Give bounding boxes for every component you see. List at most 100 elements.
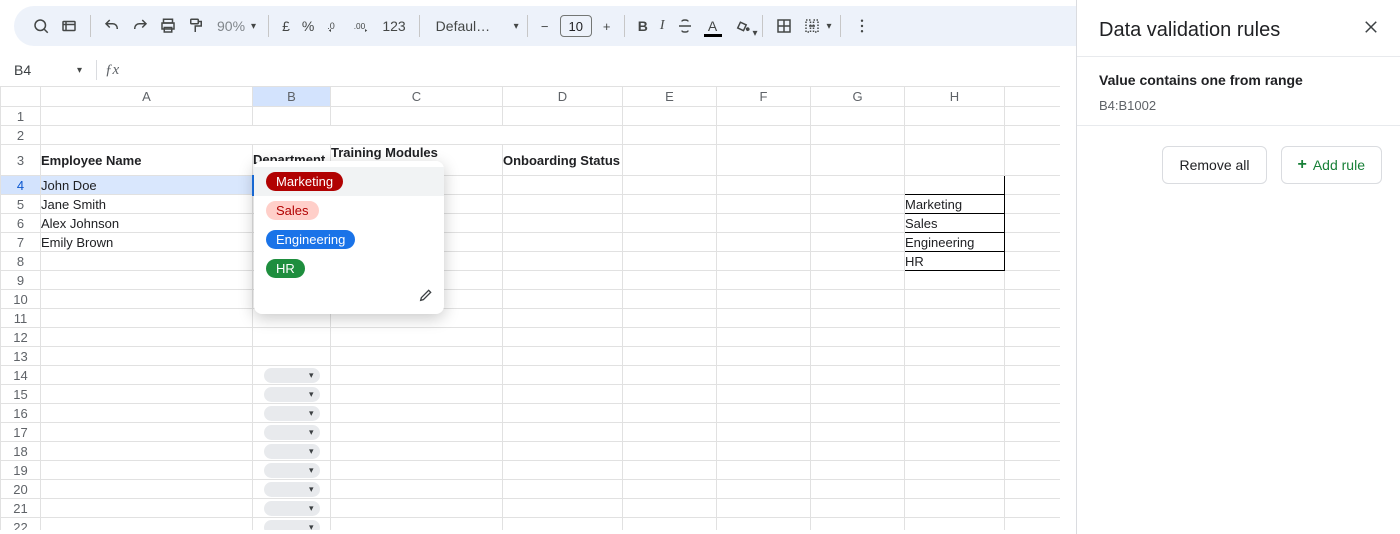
col-header-C[interactable]: C (331, 87, 503, 107)
merge-icon[interactable] (799, 13, 825, 39)
row-header[interactable]: 1 (1, 107, 41, 126)
col-header-G[interactable]: G (811, 87, 905, 107)
employee-name-cell[interactable]: Jane Smith (41, 195, 253, 214)
dropdown-chip[interactable] (264, 425, 320, 440)
fill-color-button[interactable]: ▾ (728, 13, 754, 39)
dropdown-chip[interactable] (264, 387, 320, 402)
name-box[interactable]: B4 ▾ (8, 62, 88, 78)
undo-icon[interactable] (99, 13, 125, 39)
col-header-I[interactable] (1005, 87, 1061, 107)
row-header[interactable]: 5 (1, 195, 41, 214)
row-header[interactable]: 15 (1, 385, 41, 404)
fx-icon: ƒx (105, 62, 119, 79)
name-box-caret-icon: ▾ (77, 65, 82, 76)
dept-list-header: Department List (905, 176, 1005, 195)
font-select[interactable]: Defaul… (428, 18, 512, 34)
edit-dropdown-icon[interactable] (418, 287, 434, 306)
row-header[interactable]: 20 (1, 480, 41, 499)
dept-list-cell[interactable]: HR (905, 252, 1005, 271)
row-header[interactable]: 12 (1, 328, 41, 347)
row-header[interactable]: 7 (1, 233, 41, 252)
row-header[interactable]: 3 (1, 145, 41, 176)
row-header[interactable]: 13 (1, 347, 41, 366)
add-rule-button[interactable]: + Add rule (1281, 146, 1383, 184)
row-header[interactable]: 19 (1, 461, 41, 480)
select-all-corner[interactable] (1, 87, 41, 107)
svg-text:.00: .00 (354, 22, 366, 31)
dropdown-option[interactable]: Marketing (254, 167, 444, 196)
zoom-caret-icon[interactable]: ▾ (251, 21, 256, 32)
employee-name-cell[interactable]: Alex Johnson (41, 214, 253, 233)
remove-all-button[interactable]: Remove all (1162, 146, 1266, 184)
row-header[interactable]: 4 (1, 176, 41, 195)
dropdown-option[interactable]: HR (254, 254, 444, 283)
increase-font-icon[interactable]: + (598, 13, 616, 39)
font-name-label: Defaul… (436, 18, 490, 34)
bold-button[interactable]: B (633, 18, 653, 34)
borders-icon[interactable] (771, 13, 797, 39)
dropdown-pill: Engineering (266, 230, 355, 249)
employee-name-cell[interactable]: John Doe (41, 176, 253, 195)
dropdown-chip[interactable] (264, 444, 320, 459)
validation-rule-item[interactable]: Value contains one from range B4:B1002 (1077, 57, 1400, 126)
dept-list-cell[interactable]: Marketing (905, 195, 1005, 214)
paint-format-icon[interactable] (183, 13, 209, 39)
select-range-icon[interactable] (56, 13, 82, 39)
font-size-input[interactable]: 10 (560, 15, 592, 37)
col-header-B[interactable]: B (253, 87, 331, 107)
sheet-title: Onboarding Status (41, 126, 623, 145)
dept-list-cell[interactable]: Engineering (905, 233, 1005, 252)
dropdown-pill: Marketing (266, 172, 343, 191)
decrease-decimal-icon[interactable]: .0 (321, 13, 347, 39)
dept-list-cell[interactable]: Sales (905, 214, 1005, 233)
row-header[interactable]: 14 (1, 366, 41, 385)
dropdown-option[interactable]: Engineering (254, 225, 444, 254)
col-header-H[interactable]: H (905, 87, 1005, 107)
col-header-E[interactable]: E (623, 87, 717, 107)
italic-button[interactable]: I (655, 18, 670, 34)
text-color-button[interactable]: A (700, 13, 726, 39)
search-icon[interactable] (28, 13, 54, 39)
more-icon[interactable] (849, 13, 875, 39)
redo-icon[interactable] (127, 13, 153, 39)
strikethrough-button[interactable] (672, 13, 698, 39)
percent-button[interactable]: % (297, 18, 319, 34)
font-caret-icon[interactable]: ▾ (514, 21, 519, 32)
dropdown-option[interactable]: Sales (254, 196, 444, 225)
rule-title: Value contains one from range (1099, 71, 1378, 90)
row-header[interactable]: 6 (1, 214, 41, 233)
row-header[interactable]: 21 (1, 499, 41, 518)
row-header[interactable]: 9 (1, 271, 41, 290)
dropdown-chip[interactable] (264, 501, 320, 516)
decrease-font-icon[interactable]: − (536, 13, 554, 39)
row-header[interactable]: 17 (1, 423, 41, 442)
dropdown-chip[interactable] (264, 368, 320, 383)
dropdown-chip[interactable] (264, 463, 320, 478)
employee-name-cell[interactable]: Emily Brown (41, 233, 253, 252)
col-header-A[interactable]: A (41, 87, 253, 107)
print-icon[interactable] (155, 13, 181, 39)
dropdown-popup: Marketing Sales Engineering HR (254, 161, 444, 314)
row-header[interactable]: 11 (1, 309, 41, 328)
col-header-F[interactable]: F (717, 87, 811, 107)
row-header[interactable]: 18 (1, 442, 41, 461)
spreadsheet-grid[interactable]: A B C D E F G H 12Onboarding Status3Empl… (0, 86, 1060, 530)
svg-text:.0: .0 (328, 21, 336, 31)
row-header[interactable]: 10 (1, 290, 41, 309)
increase-decimal-icon[interactable]: .00 (349, 13, 375, 39)
currency-button[interactable]: £ (277, 18, 295, 34)
add-rule-label: Add rule (1313, 157, 1365, 173)
row-header[interactable]: 16 (1, 404, 41, 423)
row-header[interactable]: 22 (1, 518, 41, 531)
col-header-D[interactable]: D (503, 87, 623, 107)
dropdown-chip[interactable] (264, 520, 320, 531)
row-header[interactable]: 8 (1, 252, 41, 271)
row-header[interactable]: 2 (1, 126, 41, 145)
dropdown-chip[interactable] (264, 406, 320, 421)
zoom-value[interactable]: 90% (217, 18, 245, 34)
dropdown-pill: Sales (266, 201, 319, 220)
dropdown-chip[interactable] (264, 482, 320, 497)
more-formats-button[interactable]: 123 (377, 18, 410, 34)
merge-caret-icon[interactable]: ▾ (827, 21, 832, 32)
close-icon[interactable] (1362, 18, 1380, 42)
